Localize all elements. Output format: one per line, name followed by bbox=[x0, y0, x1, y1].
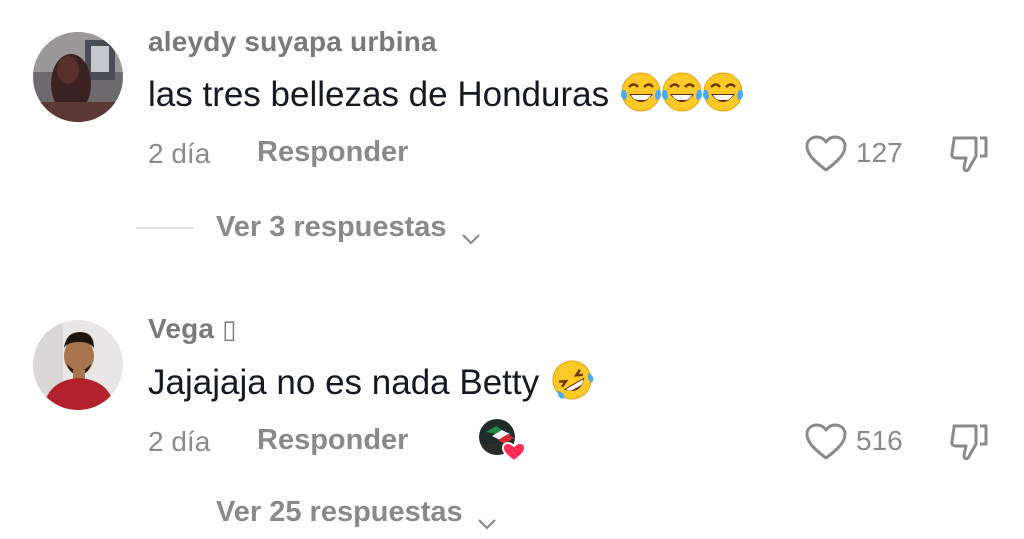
comment-item: Vega ▯ Jajajaja no es nada Betty 2 día R… bbox=[0, 0, 1024, 530]
like-count: 516 bbox=[856, 425, 903, 456]
chevron-down-icon bbox=[477, 506, 497, 530]
reply-button[interactable]: Responder bbox=[257, 424, 408, 457]
comment-text: Jajajaja no es nada Betty bbox=[148, 358, 595, 411]
comment-username[interactable]: Vega ▯ bbox=[148, 313, 237, 345]
creator-liked-badge bbox=[478, 418, 527, 464]
thumbs-down-outline-icon[interactable] bbox=[948, 420, 992, 464]
comment-date: 2 día bbox=[148, 426, 211, 457]
comment-text-body: Jajajaja no es nada Betty bbox=[148, 362, 540, 402]
username-suffix-glyph: ▯ bbox=[222, 314, 237, 344]
avatar[interactable] bbox=[33, 320, 123, 410]
rolling-on-floor-laughing-emoji bbox=[549, 358, 595, 411]
comment-username-text: Vega bbox=[148, 313, 215, 344]
heart-outline-icon[interactable] bbox=[805, 423, 847, 461]
view-replies-label: Ver 25 respuestas bbox=[216, 496, 463, 528]
